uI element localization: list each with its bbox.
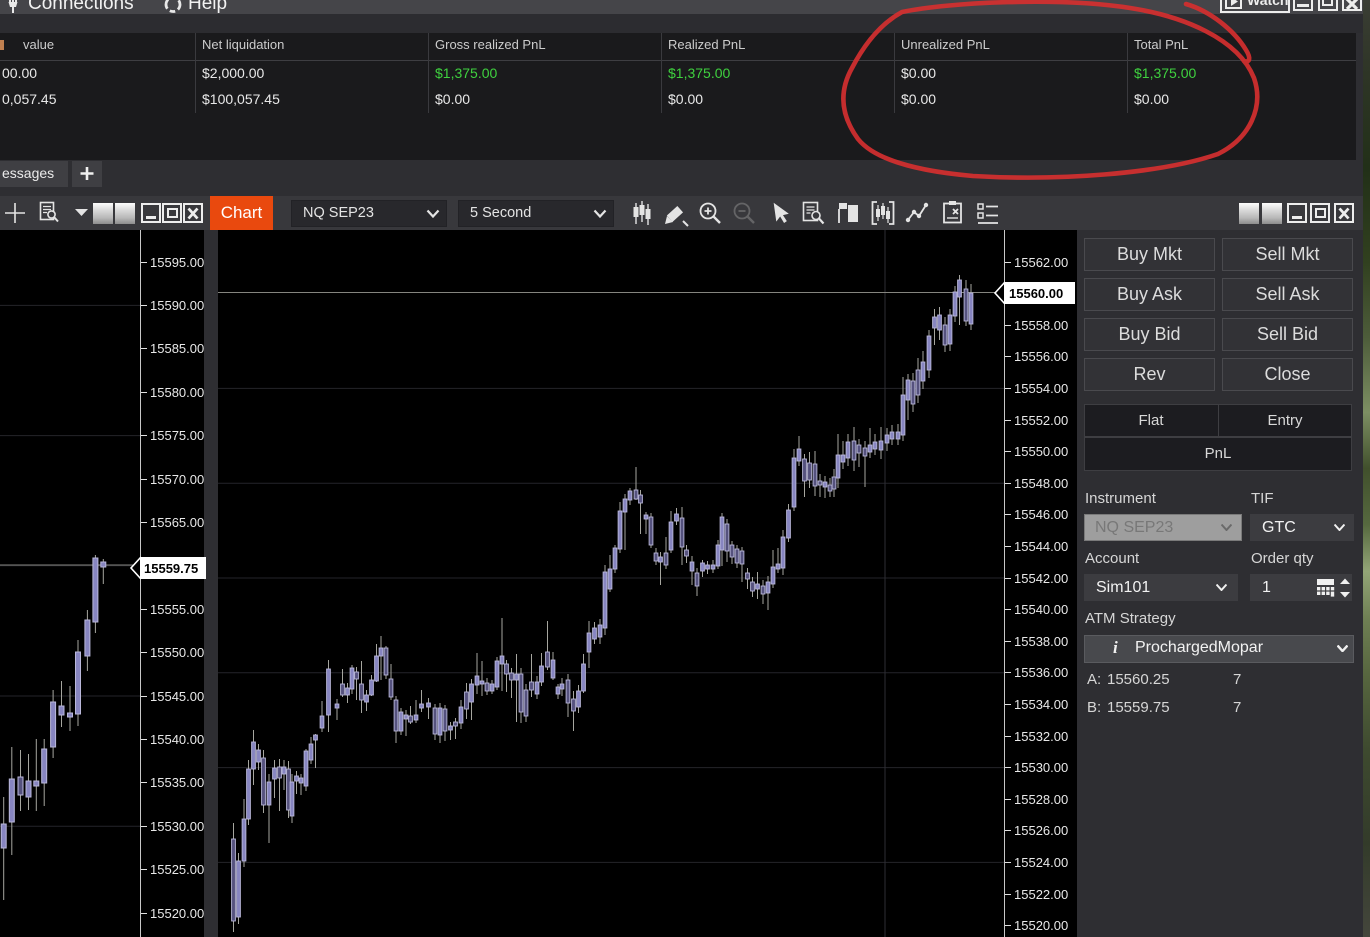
svg-text:15560.00: 15560.00 <box>1009 286 1063 301</box>
svg-text:15559.75: 15559.75 <box>144 561 198 576</box>
